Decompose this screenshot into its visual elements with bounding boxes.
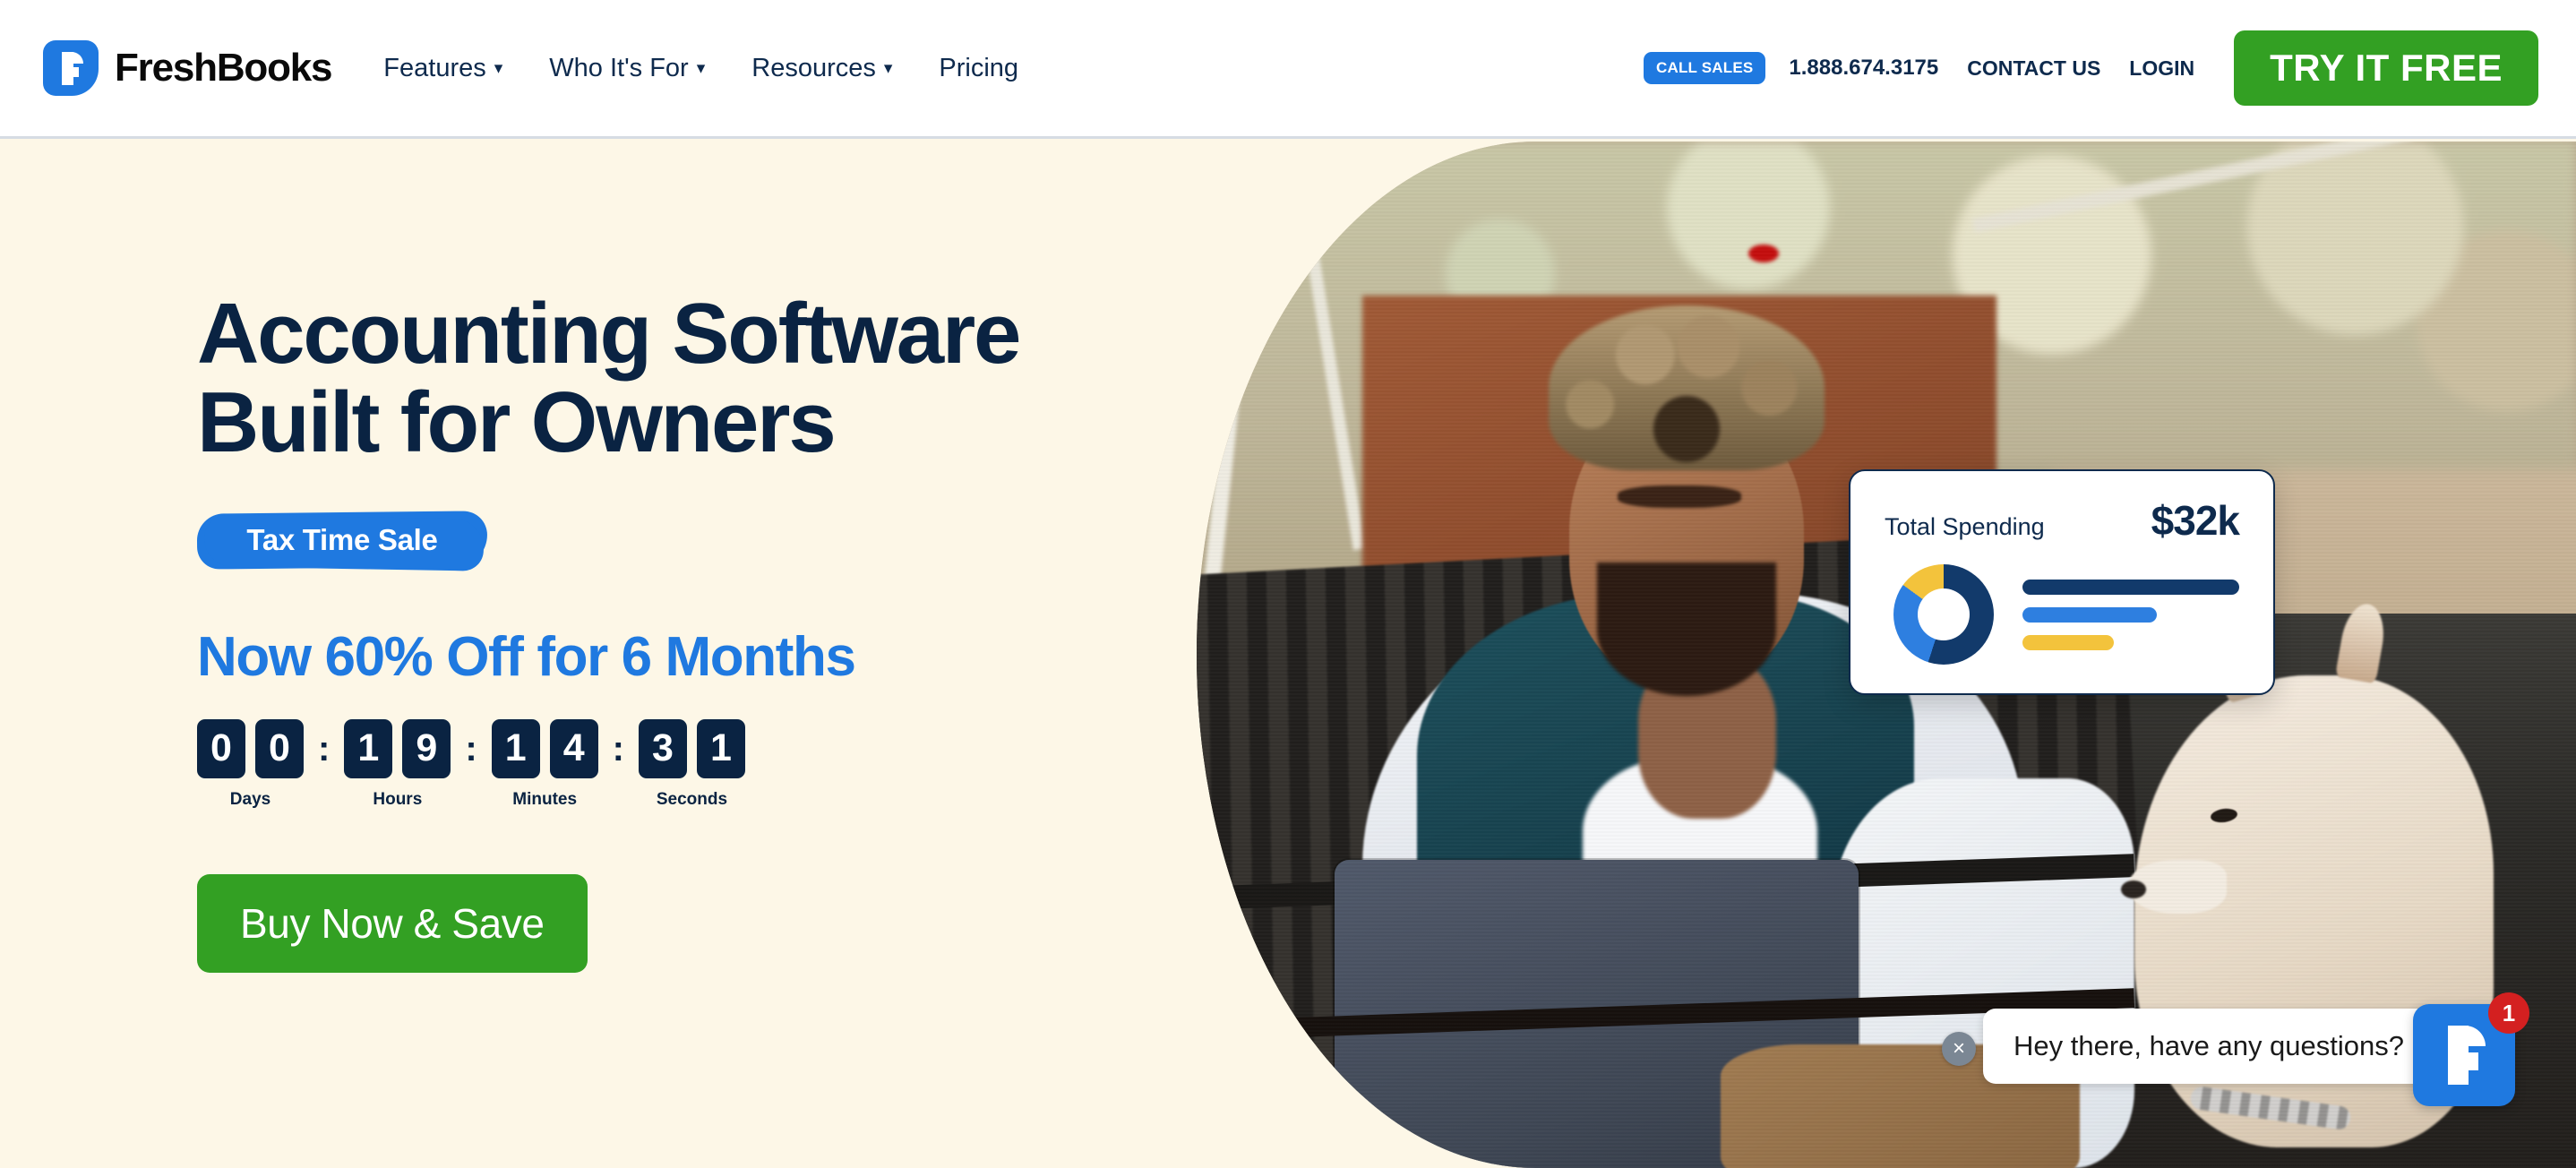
countdown-group-hours: 1 9 Hours: [344, 718, 451, 810]
header-actions: CALL SALES 1.888.674.3175 CONTACT US LOG…: [1643, 30, 2538, 106]
countdown-digit: 9: [402, 718, 451, 778]
countdown-group-days: 0 0 Days: [197, 718, 304, 810]
brand-logo[interactable]: FreshBooks: [43, 40, 332, 96]
countdown-label: Seconds: [656, 789, 728, 809]
countdown-label: Hours: [373, 789, 423, 809]
spending-bar: [2022, 606, 2158, 623]
nav-label: Pricing: [939, 53, 1019, 82]
contact-us-link[interactable]: CONTACT US: [1967, 56, 2100, 81]
try-it-free-button[interactable]: TRY IT FREE: [2234, 30, 2538, 106]
nav-label: Features: [383, 53, 486, 82]
freshbooks-f-logo-icon-bar: [2448, 1052, 2478, 1070]
nav-label: Resources: [751, 53, 876, 82]
countdown-digit: 4: [549, 718, 598, 778]
spending-card-header: Total Spending $32k: [1850, 471, 2273, 545]
total-spending-card: Total Spending $32k: [1849, 469, 2275, 695]
nav-item-resources[interactable]: Resources ▾: [751, 54, 892, 83]
spending-card-value: $32k: [2151, 497, 2240, 544]
sale-badge: Tax Time Sale: [196, 511, 488, 571]
spending-card-label: Total Spending: [1885, 513, 2045, 540]
countdown-label: Minutes: [512, 789, 578, 809]
chat-unread-badge[interactable]: 1: [2488, 992, 2529, 1034]
spending-bar: [2022, 579, 2239, 595]
chat-message-bubble[interactable]: Hey there, have any questions?: [1983, 1009, 2434, 1084]
countdown-digit: 1: [696, 718, 745, 778]
login-link[interactable]: LOGIN: [2129, 56, 2194, 81]
freshbooks-f-logo-icon: [43, 40, 99, 96]
headline-line-2: Built for Owners: [197, 374, 837, 470]
nav-item-who-its-for[interactable]: Who It's For ▾: [549, 54, 705, 83]
countdown-group-minutes: 1 4 Minutes: [491, 718, 598, 810]
sales-phone-number[interactable]: 1.888.674.3175: [1789, 56, 1938, 81]
countdown-separator: :: [612, 728, 624, 769]
nav-item-features[interactable]: Features ▾: [383, 54, 502, 83]
countdown-separator: :: [465, 728, 477, 769]
sale-badge-label: Tax Time Sale: [246, 522, 438, 556]
chevron-down-icon: ▾: [696, 58, 706, 78]
countdown-digit: 0: [255, 718, 304, 778]
spending-card-body: [1850, 545, 2273, 665]
spending-donut-chart: [1893, 564, 1994, 665]
chat-close-icon[interactable]: ×: [1942, 1032, 1976, 1066]
countdown-digit: 0: [197, 718, 245, 778]
headline-line-1: Accounting Software: [197, 286, 1021, 382]
page-title: Accounting Software Built for Owners: [197, 289, 1182, 470]
nav-label: Who It's For: [549, 53, 689, 82]
countdown-group-seconds: 3 1 Seconds: [638, 718, 745, 810]
countdown-digit: 1: [491, 718, 540, 778]
buy-now-and-save-button[interactable]: Buy Now & Save: [197, 873, 588, 973]
chevron-down-icon: ▾: [494, 58, 503, 78]
countdown-label: Days: [229, 789, 271, 809]
call-sales-badge[interactable]: CALL SALES: [1643, 52, 1766, 84]
main-navigation: Features ▾ Who It's For ▾ Resources ▾ Pr…: [383, 54, 1018, 83]
chevron-down-icon: ▾: [883, 58, 893, 78]
spending-bar-list: [2022, 579, 2239, 650]
countdown-digit: 3: [638, 718, 687, 778]
countdown-separator: :: [318, 728, 331, 769]
hero-subheadline: Now 60% Off for 6 Months: [197, 625, 856, 688]
countdown-digit: 1: [344, 718, 393, 778]
countdown-timer: 0 0 Days : 1 9 Hours : 1 4 Minutes: 3 1…: [197, 718, 1182, 810]
nav-item-pricing[interactable]: Pricing: [939, 54, 1018, 83]
brand-name: FreshBooks: [115, 46, 332, 90]
spending-bar: [2022, 634, 2114, 650]
hero-copy: Accounting Software Built for Owners Tax…: [196, 142, 1182, 973]
site-header: FreshBooks Features ▾ Who It's For ▾ Res…: [0, 0, 2576, 139]
